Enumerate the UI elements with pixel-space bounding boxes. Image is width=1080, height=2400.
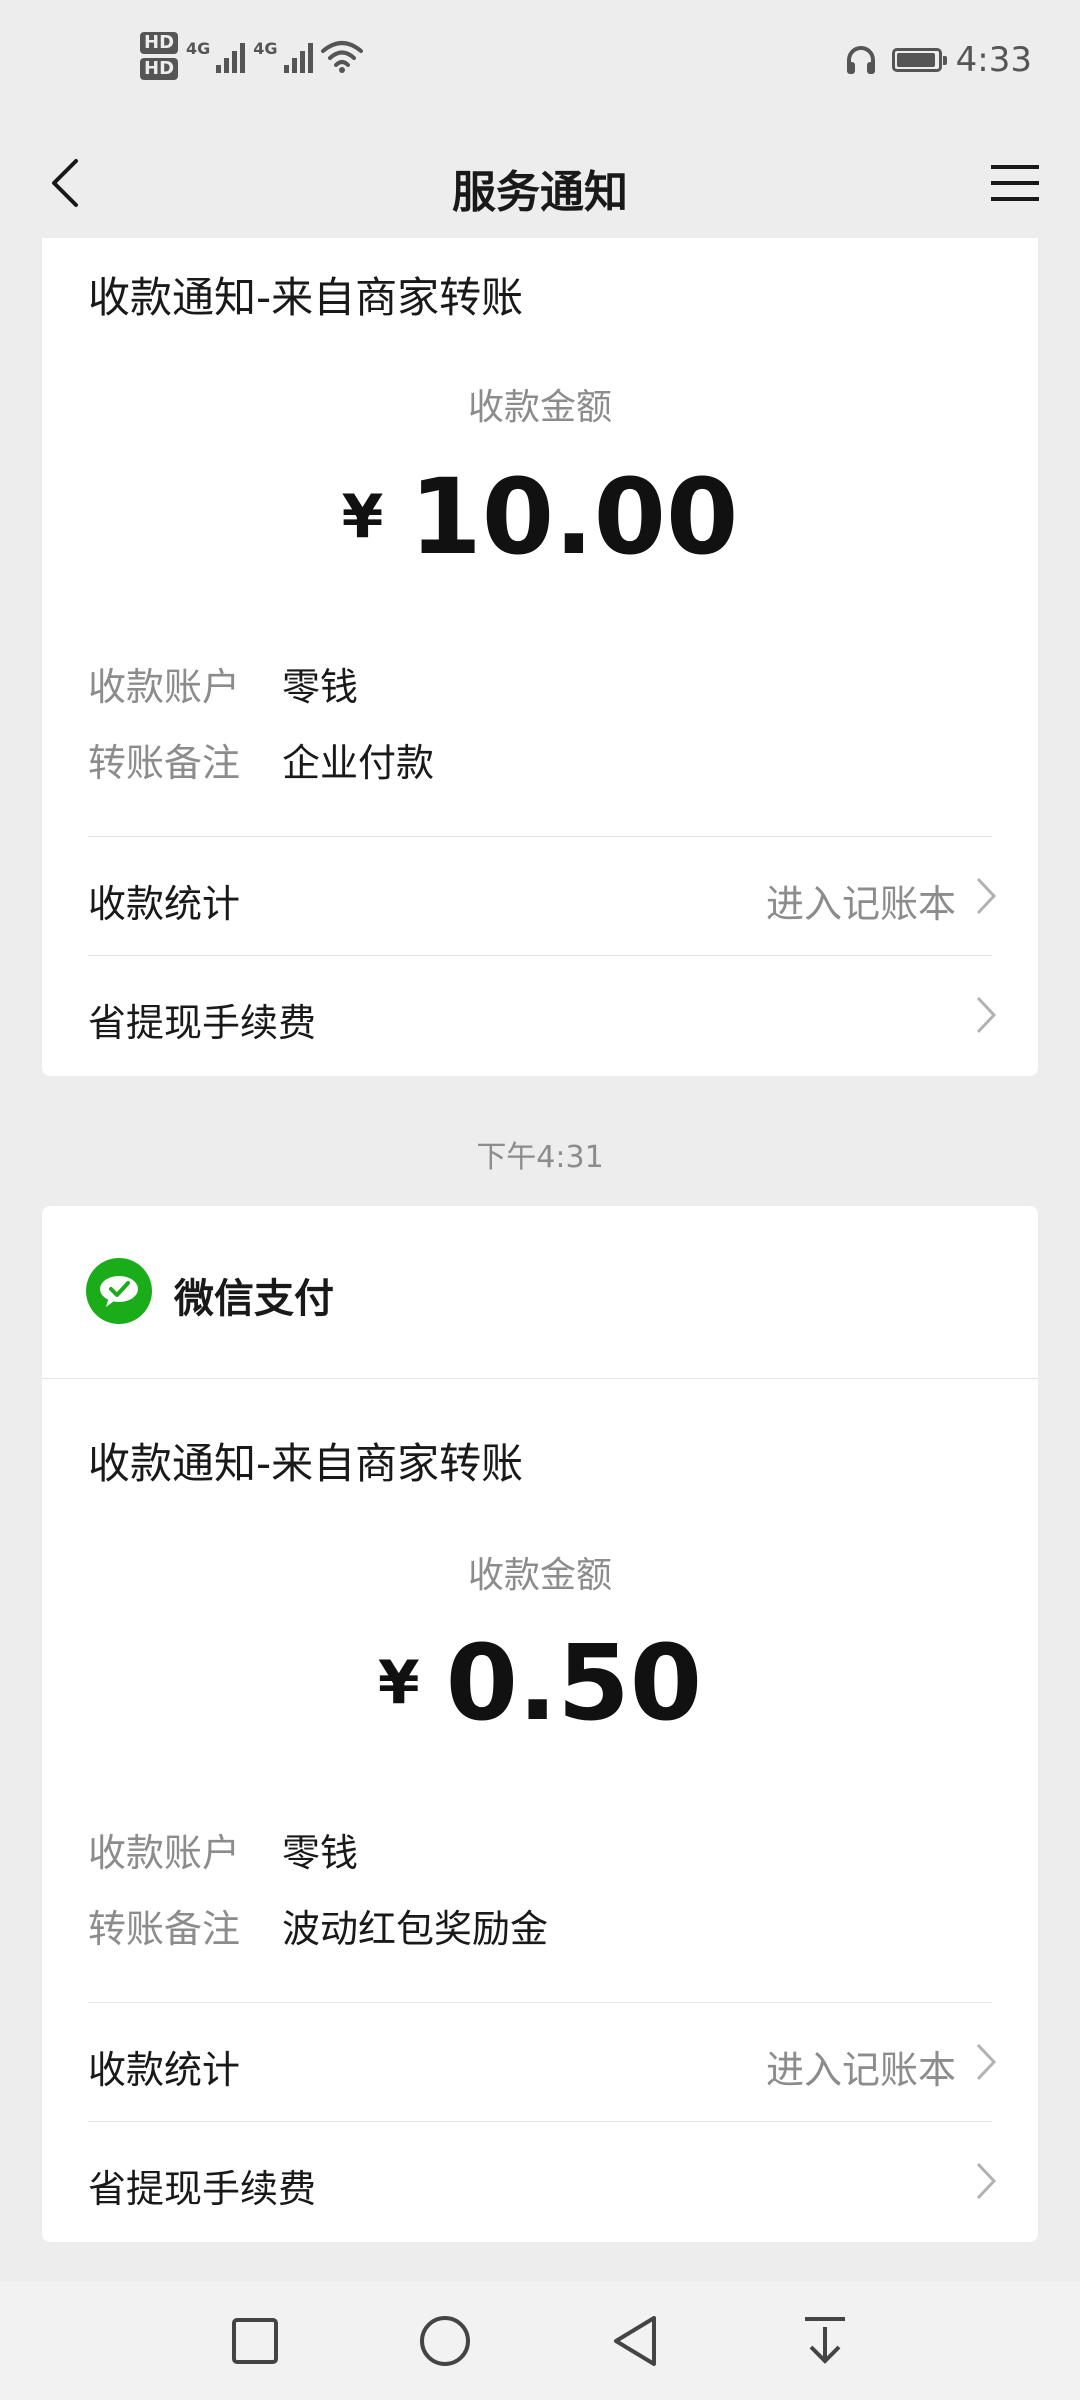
divider: [42, 1378, 1038, 1379]
home-button[interactable]: [405, 2301, 485, 2381]
fee-row[interactable]: 省提现手续费: [42, 2122, 1038, 2240]
system-navigation-bar: [0, 2282, 1080, 2400]
battery-icon: [891, 48, 947, 72]
currency-symbol: ¥: [341, 482, 384, 552]
network-type-1: 4G: [186, 39, 211, 58]
message-timestamp: 下午4:31: [476, 1140, 604, 1175]
fee-row[interactable]: 省提现手续费: [42, 956, 1038, 1074]
clock: 4:33: [955, 40, 1032, 80]
hd-badges: HD HD: [140, 32, 179, 80]
note-value: 波动红包奖励金: [282, 1907, 549, 1951]
recent-apps-button[interactable]: [215, 2301, 295, 2381]
wifi-icon: [320, 41, 363, 73]
note-value: 企业付款: [282, 741, 435, 785]
triangle-back-icon: [614, 2316, 656, 2366]
ledger-link[interactable]: 进入记账本: [766, 2039, 956, 2094]
navigation-bar: 服务通知: [0, 130, 1080, 240]
amount-value: 10.00: [409, 456, 739, 578]
chevron-right-icon: [976, 877, 997, 915]
account-value: 零钱: [282, 665, 359, 709]
circle-icon: [420, 2316, 470, 2366]
network-type-2: 4G: [253, 39, 278, 58]
stats-row[interactable]: 收款统计 进入记账本: [42, 837, 1038, 955]
chevron-right-icon: [976, 2162, 997, 2200]
notification-shade-button[interactable]: [785, 2301, 865, 2381]
amount-value: 0.50: [445, 1622, 703, 1744]
account-label: 收款账户: [88, 1831, 241, 1875]
fee-label: 省提现手续费: [88, 2167, 317, 2211]
notification-title: 收款通知-来自商家转账: [88, 1439, 524, 1488]
wechat-pay-icon: [100, 1276, 138, 1307]
notification-card[interactable]: 微信支付 收款通知-来自商家转账 收款金额 ¥0.50 收款账户 零钱 转账备注…: [42, 1206, 1038, 2242]
signal-bars-icon: [283, 39, 313, 73]
amount-label: 收款金额: [467, 387, 612, 428]
note-row: 转账备注 波动红包奖励金: [88, 1898, 548, 1953]
stats-row[interactable]: 收款统计 进入记账本: [42, 2003, 1038, 2121]
notification-title: 收款通知-来自商家转账: [88, 273, 524, 322]
account-row: 收款账户 零钱: [88, 656, 358, 711]
hd-badge-sim1: HD: [140, 32, 179, 54]
account-label: 收款账户: [88, 665, 241, 709]
cellular-signal-2: 4G: [253, 39, 313, 73]
square-icon: [232, 2318, 278, 2364]
chevron-right-icon: [976, 996, 997, 1034]
status-right: 4:33: [844, 40, 1032, 80]
account-row: 收款账户 零钱: [88, 1822, 358, 1877]
signal-bars-icon: [216, 39, 246, 73]
card-header[interactable]: 微信支付: [42, 1206, 1038, 1378]
system-back-button[interactable]: [595, 2301, 675, 2381]
notification-card[interactable]: 收款通知-来自商家转账 收款金额 ¥10.00 收款账户 零钱 转账备注 企业付…: [42, 238, 1038, 1076]
cellular-signal-1: 4G: [186, 39, 246, 73]
currency-symbol: ¥: [377, 1648, 420, 1718]
fee-label: 省提现手续费: [88, 1001, 317, 1045]
chevron-right-icon: [976, 2043, 997, 2081]
note-label: 转账备注: [88, 1907, 241, 1951]
stats-label: 收款统计: [88, 882, 241, 926]
status-bar: HD HD 4G 4G 4:33: [0, 0, 1080, 130]
note-label: 转账备注: [88, 741, 241, 785]
ledger-link[interactable]: 进入记账本: [766, 873, 956, 928]
brand-name: 微信支付: [174, 1276, 334, 1322]
headphones-icon: [846, 46, 875, 74]
hd-badge-sim2: HD: [140, 58, 179, 80]
hamburger-menu-icon: [991, 165, 1039, 201]
pull-down-icon: [805, 2317, 845, 2364]
menu-button[interactable]: [980, 148, 1050, 218]
stats-label: 收款统计: [88, 2048, 241, 2092]
account-value: 零钱: [282, 1831, 359, 1875]
amount-display: ¥10.00: [42, 456, 1038, 578]
wechat-pay-logo: [86, 1258, 152, 1324]
page-title: 服务通知: [452, 167, 628, 218]
note-row: 转账备注 企业付款: [88, 732, 434, 787]
amount-display: ¥0.50: [42, 1622, 1038, 1744]
signal-indicators: HD HD 4G 4G: [140, 32, 363, 80]
amount-label: 收款金额: [467, 1555, 612, 1596]
